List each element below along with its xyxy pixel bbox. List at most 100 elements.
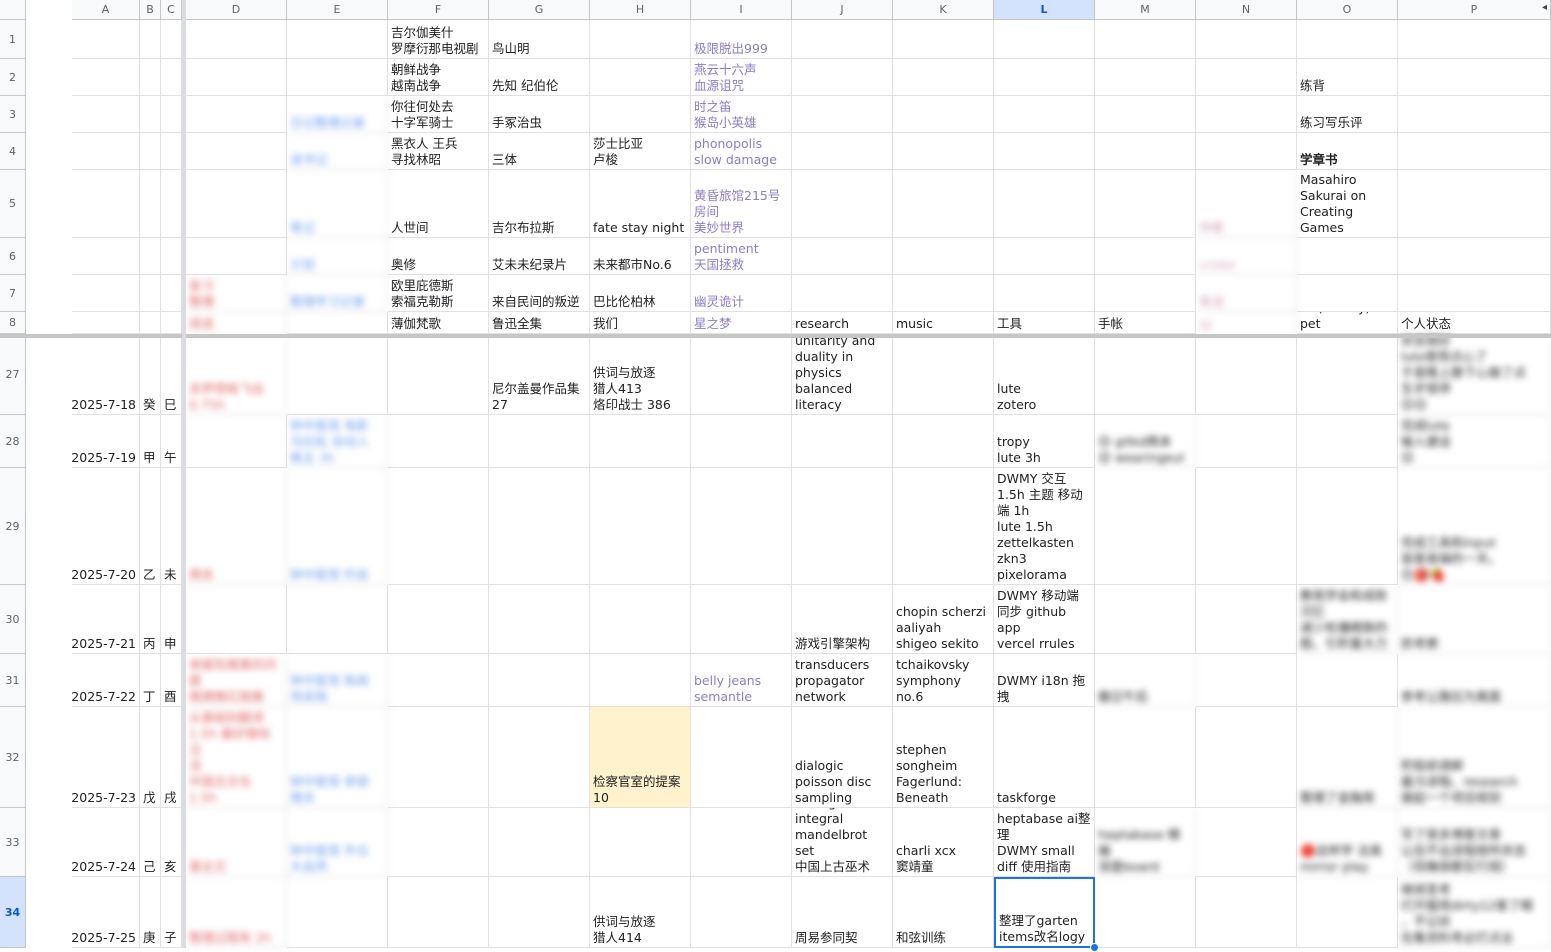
cell-N8[interactable]: rp <box>1196 312 1297 334</box>
cell-M28[interactable]: 😊 gitkd两本 😊 wearingeul <box>1095 415 1196 468</box>
cell-L34[interactable]: 整理了garten items改名logy <box>994 877 1095 948</box>
cell-P7[interactable] <box>1398 275 1551 312</box>
row-header-30[interactable]: 30 <box>0 585 26 654</box>
cell-C4[interactable] <box>161 133 182 170</box>
cell-O4[interactable]: 学章书 <box>1297 133 1398 170</box>
cell-L4[interactable] <box>994 133 1095 170</box>
col-d-header[interactable]: D <box>186 0 287 20</box>
cell-A27[interactable]: 2025-7-18 <box>72 334 140 415</box>
cell-H5[interactable]: fate stay night <box>590 170 691 238</box>
cell-C31[interactable]: 酉 <box>161 654 182 707</box>
cell-C30[interactable]: 申 <box>161 585 182 654</box>
cell-M31[interactable]: 搬日午后 <box>1095 654 1196 707</box>
cell-D32[interactable]: 整理zotero 2h 从基础别翻译 1.5h 最好做标注 活 中国古文化 1.… <box>186 707 287 808</box>
col-m-header[interactable]: M <box>1095 0 1196 20</box>
cell-P6[interactable] <box>1398 238 1551 275</box>
cell-L6[interactable] <box>994 238 1095 275</box>
cell-C34[interactable]: 子 <box>161 877 182 948</box>
cell-K29[interactable] <box>893 468 994 585</box>
cell-N7[interactable]: 笔迹 <box>1196 275 1297 312</box>
cell-E33[interactable]: 钟中医馆 外位 大自然 <box>287 808 388 877</box>
cell-J30[interactable]: 游戏引擎架构 <box>792 585 893 654</box>
cell-F8[interactable]: 薄伽梵歌 <box>388 312 489 334</box>
cell-J4[interactable] <box>792 133 893 170</box>
cell-O28[interactable] <box>1297 415 1398 468</box>
col-b-header[interactable]: B <box>140 0 161 20</box>
cell-N31[interactable] <box>1196 654 1297 707</box>
cell-N4[interactable] <box>1196 133 1297 170</box>
cell-A34[interactable]: 2025-7-25 <box>72 877 140 948</box>
cell-E27[interactable] <box>287 334 388 415</box>
cell-H30[interactable] <box>590 585 691 654</box>
cell-O7[interactable] <box>1297 275 1398 312</box>
cell-K5[interactable] <box>893 170 994 238</box>
cell-I6[interactable]: pentiment 天国拯救 <box>691 238 792 275</box>
col-h-header[interactable]: H <box>590 0 691 20</box>
col-a-header[interactable]: A <box>72 0 140 20</box>
cell-D28[interactable] <box>186 415 287 468</box>
cell-G7[interactable]: 来自民间的叛逆 <box>489 275 590 312</box>
cell-L1[interactable] <box>994 20 1095 59</box>
row-header-6[interactable]: 6 <box>0 238 26 275</box>
row-header-5[interactable]: 5 <box>0 170 26 238</box>
cell-P28[interactable]: 完成lute 输入建设 😊 <box>1398 415 1551 468</box>
col-g-header[interactable]: G <box>489 0 590 20</box>
cell-J3[interactable] <box>792 96 893 133</box>
cell-C33[interactable]: 亥 <box>161 808 182 877</box>
cell-H29[interactable] <box>590 468 691 585</box>
cell-O27[interactable] <box>1297 334 1398 415</box>
cell-A8[interactable] <box>72 312 140 334</box>
cell-K27[interactable] <box>893 334 994 415</box>
cell-I30[interactable] <box>691 585 792 654</box>
cell-F29[interactable] <box>388 468 489 585</box>
cell-B5[interactable] <box>140 170 161 238</box>
cell-L5[interactable] <box>994 170 1095 238</box>
cell-I28[interactable] <box>691 415 792 468</box>
cell-C5[interactable] <box>161 170 182 238</box>
cell-D1[interactable] <box>186 20 287 59</box>
cell-N30[interactable] <box>1196 585 1297 654</box>
cell-A32[interactable]: 2025-7-23 <box>72 707 140 808</box>
cell-J1[interactable] <box>792 20 893 59</box>
row-header-1[interactable]: 1 <box>0 20 26 59</box>
cell-H3[interactable] <box>590 96 691 133</box>
col-l-header[interactable]: L <box>994 0 1095 20</box>
cell-I8[interactable]: 星之梦 <box>691 312 792 334</box>
cell-J7[interactable] <box>792 275 893 312</box>
cell-E28[interactable]: 钟中医馆 电影 马拉松 自动人 格主 3h <box>287 415 388 468</box>
cell-E31[interactable]: 钟中医馆 购商 场采购 <box>287 654 388 707</box>
cell-E34[interactable] <box>287 877 388 948</box>
cell-O2[interactable]: 练背 <box>1297 59 1398 96</box>
cell-B7[interactable] <box>140 275 161 312</box>
cell-J31[interactable]: transducers propagator network <box>792 654 893 707</box>
col-j-header[interactable]: J <box>792 0 893 20</box>
cell-P30[interactable]: 抓考察 <box>1398 585 1551 654</box>
cell-B28[interactable]: 甲 <box>140 415 161 468</box>
cell-G29[interactable] <box>489 468 590 585</box>
cell-L33[interactable]: heptabase ai整 理 DWMY small diff 使用指南 <box>994 808 1095 877</box>
cell-F7[interactable]: 欧里庇德斯 索福克勒斯 <box>388 275 489 312</box>
cell-M5[interactable] <box>1095 170 1196 238</box>
cell-G6[interactable]: 艾未未纪录片 <box>489 238 590 275</box>
cell-M29[interactable] <box>1095 468 1196 585</box>
cell-F27[interactable] <box>388 334 489 415</box>
cell-M32[interactable] <box>1095 707 1196 808</box>
cell-P29[interactable]: 完成工具和input 容喜易操的一天。 😊🎒🍓 <box>1398 468 1551 585</box>
cell-O34[interactable] <box>1297 877 1398 948</box>
cell-E5[interactable]: 笔记 <box>287 170 388 238</box>
cell-M6[interactable] <box>1095 238 1196 275</box>
cell-M1[interactable] <box>1095 20 1196 59</box>
cell-N34[interactable] <box>1196 877 1297 948</box>
cell-K3[interactable] <box>893 96 994 133</box>
cell-H2[interactable] <box>590 59 691 96</box>
cell-G27[interactable]: 尼尔盖曼作品集 27 <box>489 334 590 415</box>
row-header-29[interactable]: 29 <box>0 468 26 585</box>
cell-N33[interactable] <box>1196 808 1297 877</box>
cell-L7[interactable] <box>994 275 1095 312</box>
cell-O1[interactable] <box>1297 20 1398 59</box>
cell-E30[interactable] <box>287 585 388 654</box>
cell-A7[interactable] <box>72 275 140 312</box>
cell-P8[interactable]: 个人状态 <box>1398 312 1551 334</box>
col-e-header[interactable]: E <box>287 0 388 20</box>
cell-B27[interactable]: 癸 <box>140 334 161 415</box>
